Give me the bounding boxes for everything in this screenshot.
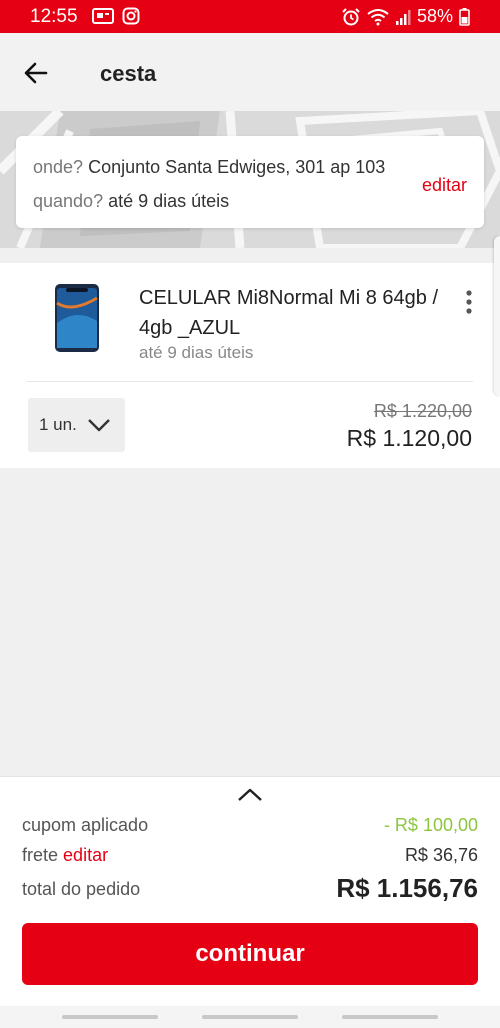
battery-icon (459, 7, 470, 26)
item-more-button[interactable] (462, 289, 476, 317)
back-button[interactable] (18, 55, 54, 91)
freight-value: R$ 36,76 (404, 845, 478, 865)
arrow-left-icon (24, 62, 48, 84)
price: R$ 1.120,00 (346, 425, 472, 451)
nav-recent-button[interactable] (62, 1015, 158, 1019)
cart-item: CELULAR Mi8Normal Mi 8 64gb / 4gb _AZUL … (0, 263, 500, 468)
instagram-icon (122, 7, 140, 25)
edit-delivery-link[interactable]: editar (422, 175, 467, 196)
summary-toggle-button[interactable] (236, 785, 264, 805)
order-summary: cupom aplicado - R$ 100,00 frete editar … (0, 776, 500, 1006)
divider (27, 381, 473, 382)
address-value: Conjunto Santa Edwiges, 301 ap 103 (88, 157, 386, 177)
app-bar: cesta (0, 33, 500, 111)
freight-label: frete (22, 845, 59, 865)
quantity-value: 1 un. (39, 415, 77, 434)
signal-icon (395, 9, 411, 25)
edit-freight-link[interactable]: editar (63, 845, 108, 865)
nav-back-button[interactable] (342, 1015, 438, 1019)
status-bar: 12:55 58% (0, 0, 500, 33)
product-delivery-time: até 9 dias úteis (139, 343, 254, 362)
wifi-icon (367, 8, 389, 25)
chevron-up-icon (238, 788, 262, 801)
continue-button[interactable]: continuar (22, 923, 478, 985)
status-time: 12:55 (30, 6, 78, 27)
battery-percentage: 58% (416, 6, 453, 26)
freight-label-row: frete editar (22, 845, 108, 866)
coupon-label: cupom aplicado (22, 815, 149, 835)
system-nav-bar (0, 1006, 500, 1028)
edge-handle[interactable] (494, 236, 500, 396)
old-price: R$ 1.220,00 (373, 401, 472, 421)
product-name[interactable]: CELULAR Mi8Normal Mi 8 64gb / 4gb _AZUL (139, 283, 439, 343)
address-label: onde? (33, 157, 84, 177)
notification-app-icon (92, 8, 114, 24)
coupon-value: - R$ 100,00 (383, 815, 478, 835)
delivery-time-value: até 9 dias úteis (108, 191, 230, 211)
total-label: total do pedido (22, 879, 141, 899)
delivery-info-card: onde? Conjunto Santa Edwiges, 301 ap 103… (16, 136, 484, 228)
more-vertical-icon (466, 290, 472, 314)
alarm-icon (342, 7, 360, 25)
nav-home-button[interactable] (202, 1015, 298, 1019)
delivery-time-row: quando? até 9 dias úteis (33, 191, 229, 212)
chevron-down-icon (88, 419, 110, 432)
total-value: R$ 1.156,76 (336, 873, 478, 903)
delivery-address-row: onde? Conjunto Santa Edwiges, 301 ap 103 (33, 157, 385, 178)
quantity-select[interactable]: 1 un. (28, 398, 125, 452)
delivery-time-label: quando? (33, 191, 104, 211)
page-title: cesta (100, 61, 157, 86)
product-image (55, 284, 99, 352)
